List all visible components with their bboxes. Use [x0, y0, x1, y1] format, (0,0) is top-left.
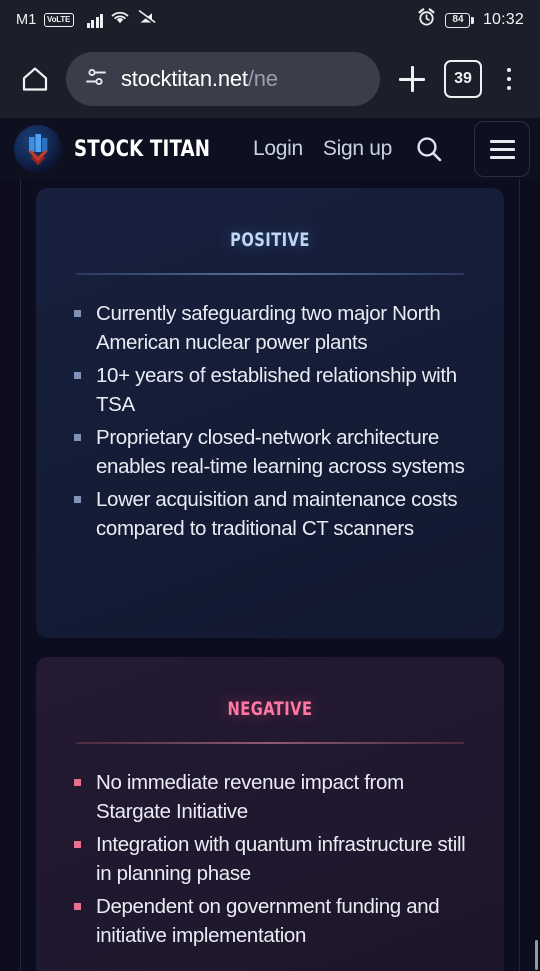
new-tab-button[interactable]	[390, 57, 434, 101]
list-item: Proprietary closed-network architecture …	[74, 423, 480, 481]
signal-bars-icon	[86, 13, 104, 28]
tab-count-label: 39	[454, 70, 472, 87]
positive-title: Positive	[230, 222, 310, 253]
content-column: Positive Currently safeguarding two majo…	[21, 180, 519, 971]
hamburger-menu-button[interactable]	[474, 121, 530, 177]
browser-toolbar: stocktitan.net/ne 39	[0, 40, 540, 118]
tab-switcher-button[interactable]: 39	[444, 60, 482, 98]
volte-badge: VoLTE	[43, 12, 74, 28]
list-item: Lower acquisition and maintenance costs …	[74, 485, 480, 543]
search-button[interactable]	[412, 132, 446, 166]
positive-list: Currently safeguarding two major North A…	[74, 299, 480, 543]
url-bar[interactable]: stocktitan.net/ne	[66, 52, 380, 106]
status-bar-right: 84 10:32	[417, 8, 524, 32]
header-nav: Login Sign up	[253, 121, 530, 177]
browser-menu-button[interactable]	[492, 57, 526, 101]
list-item: No immediate revenue impact from Stargat…	[74, 768, 480, 826]
url-text[interactable]: stocktitan.net/ne	[121, 66, 278, 92]
data-off-icon	[137, 10, 156, 30]
signup-link[interactable]: Sign up	[323, 137, 392, 161]
tune-sliders-icon[interactable]	[84, 65, 108, 94]
negative-list: No immediate revenue impact from Stargat…	[74, 768, 480, 950]
list-item: 10+ years of established relationship wi…	[74, 361, 480, 419]
status-bar: M1 VoLTE 84 10:32	[0, 0, 540, 40]
home-button[interactable]	[14, 58, 56, 100]
phone-screen: M1 VoLTE 84 10:32 stocktitan.net/ne 39 S…	[0, 0, 540, 971]
list-item: Currently safeguarding two major North A…	[74, 299, 480, 357]
positive-divider	[76, 273, 464, 275]
status-bar-left: M1 VoLTE	[16, 10, 156, 30]
site-header: STOCK TITAN Login Sign up	[0, 118, 540, 180]
alarm-clock-icon	[417, 8, 436, 32]
carrier-label: M1	[16, 12, 37, 28]
positive-card: Positive Currently safeguarding two majo…	[36, 188, 504, 638]
wifi-icon	[110, 10, 130, 30]
search-icon	[417, 137, 442, 162]
negative-divider	[76, 742, 464, 744]
battery-level-label: 84	[452, 14, 464, 25]
url-domain: stocktitan.net	[121, 66, 248, 91]
negative-title: Negative	[227, 691, 313, 722]
list-item: Integration with quantum infrastructure …	[74, 830, 480, 888]
list-item: Dependent on government funding and init…	[74, 892, 480, 950]
home-icon	[22, 67, 48, 91]
page-scrollbar[interactable]	[535, 940, 538, 970]
login-link[interactable]: Login	[253, 137, 303, 161]
page-content: Positive Currently safeguarding two majo…	[0, 180, 540, 971]
url-path: /ne	[247, 66, 278, 91]
battery-icon: 84	[445, 12, 474, 28]
stock-titan-logo-icon[interactable]	[14, 125, 62, 173]
negative-card: Negative No immediate revenue impact fro…	[36, 657, 504, 971]
clock-label: 10:32	[482, 11, 524, 28]
brand-label: STOCK TITAN	[74, 136, 211, 162]
